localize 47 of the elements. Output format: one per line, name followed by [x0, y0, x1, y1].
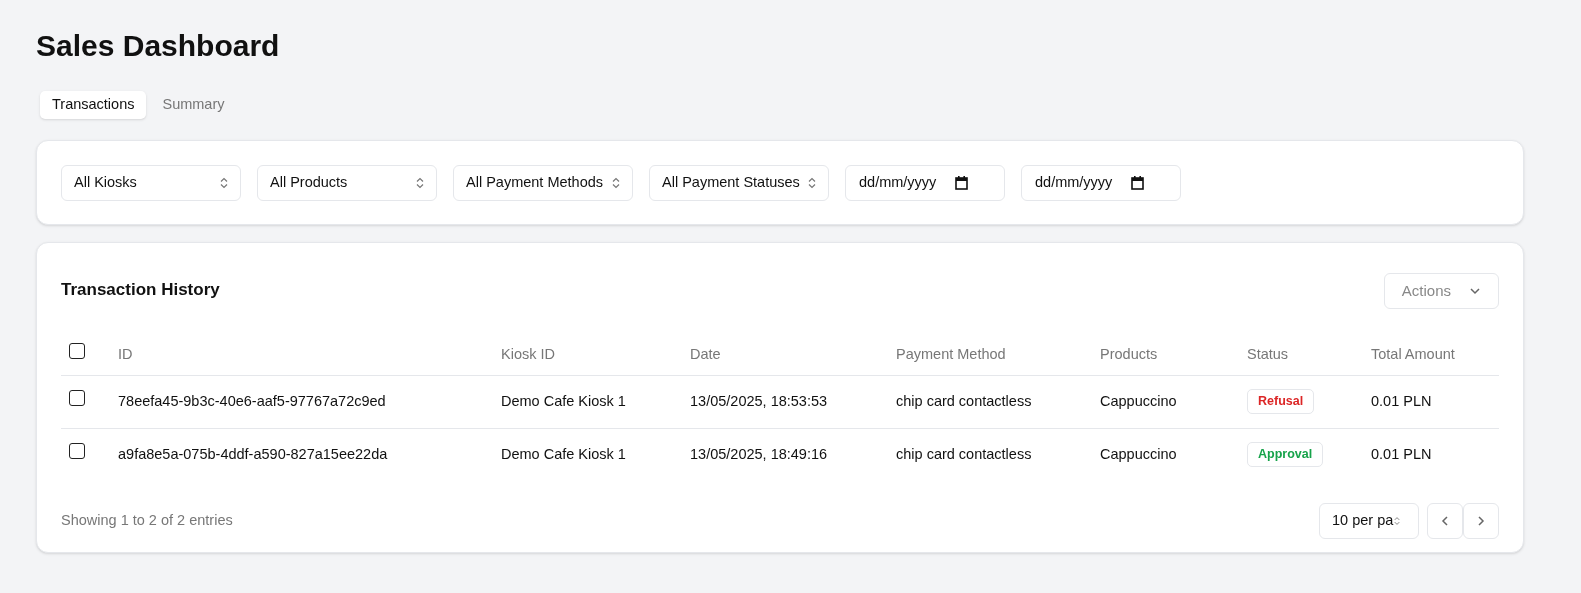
column-header: Total Amount [1371, 345, 1455, 362]
table-cell: Demo Cafe Kiosk 1 [501, 445, 626, 462]
chevron-down-icon [1469, 285, 1481, 297]
table-cell: 13/05/2025, 18:53:53 [690, 392, 828, 409]
status-badge: Refusal [1247, 389, 1315, 414]
up-down-chevron-icon [612, 176, 620, 189]
table-cell: a9fa8e5a-075b-4ddf-a590-827a15ee22da [118, 445, 388, 462]
status-badge: Approval [1247, 442, 1324, 468]
up-down-chevron-icon [416, 176, 424, 189]
page-size-select[interactable]: 10 per pa [1319, 503, 1419, 539]
table-cell: Cappuccino [1100, 445, 1177, 462]
column-header: Payment Method [896, 345, 1006, 362]
table-cell: chip card contactless [896, 392, 1032, 409]
chevron-right-icon [1475, 515, 1487, 527]
tab[interactable]: Transactions [40, 91, 147, 119]
table-cell: 0.01 PLN [1371, 445, 1432, 462]
card-title: Transaction History [61, 279, 220, 301]
column-header: Kiosk ID [501, 345, 555, 362]
calendar-icon [1131, 175, 1145, 190]
date-field[interactable]: dd/mm/yyyy [845, 164, 1005, 201]
actions-button[interactable]: Actions [1383, 273, 1499, 309]
filter-select[interactable]: All Payment Methods [453, 164, 633, 201]
entries-info: Showing 1 to 2 of 2 entries [61, 511, 233, 531]
up-down-chevron-icon [1394, 516, 1401, 526]
tab[interactable]: Summary [150, 91, 237, 119]
table-cell: 0.01 PLN [1371, 392, 1432, 409]
page-title: Sales Dashboard [36, 28, 281, 64]
filter-select[interactable]: All Kiosks [61, 164, 241, 201]
column-header: ID [118, 345, 133, 362]
checkbox[interactable] [69, 343, 85, 360]
checkbox[interactable] [69, 390, 85, 407]
chevron-left-icon [1439, 515, 1451, 527]
table-cell: Demo Cafe Kiosk 1 [501, 392, 626, 409]
column-header: Date [690, 345, 721, 362]
table-cell: chip card contactless [896, 445, 1032, 462]
date-field[interactable]: dd/mm/yyyy [1021, 164, 1181, 201]
table-cell: 78eefa45-9b3c-40e6-aaf5-97767a72c9ed [118, 392, 386, 409]
calendar-icon [955, 175, 969, 190]
table-cell: 13/05/2025, 18:49:16 [690, 445, 828, 462]
filter-select[interactable]: All Payment Statuses [649, 164, 829, 201]
up-down-chevron-icon [808, 176, 816, 189]
filter-select[interactable]: All Products [257, 164, 437, 201]
up-down-chevron-icon [220, 176, 228, 189]
table-cell: Cappuccino [1100, 392, 1177, 409]
column-header: Products [1100, 345, 1158, 362]
column-header: Status [1247, 345, 1289, 362]
checkbox[interactable] [69, 443, 85, 460]
